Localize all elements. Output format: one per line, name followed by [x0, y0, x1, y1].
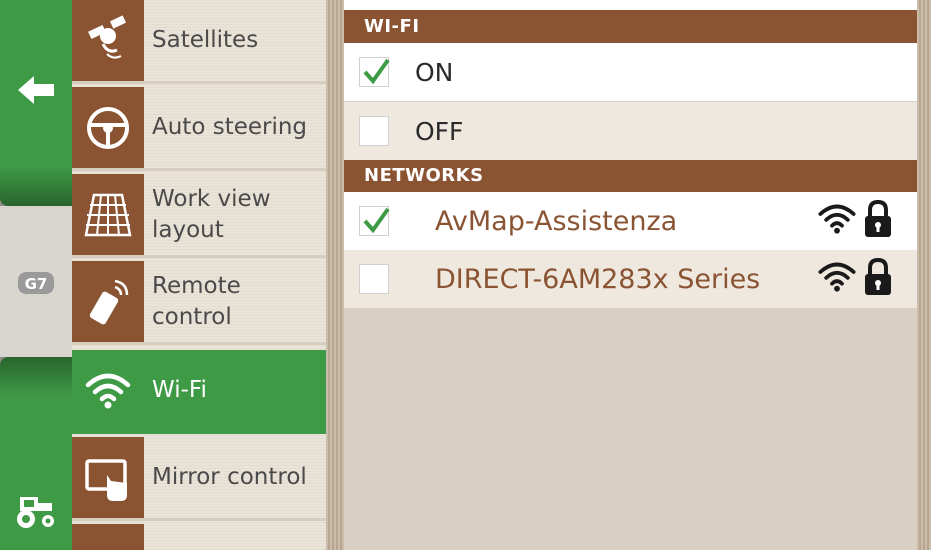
menu-item-label: Wi-Fi: [152, 377, 207, 403]
wifi-off-label: OFF: [415, 116, 464, 146]
menu-item-wifi[interactable]: Wi-Fi: [72, 350, 326, 434]
wifi-settings-panel: WI-FI ON OFF NETWORKS AvMap-Assistenza D…: [344, 10, 917, 550]
menu-item-label: Auto steering: [152, 114, 308, 140]
mirror-touch-icon: [72, 437, 144, 518]
wifi-option-on[interactable]: ON: [344, 43, 917, 101]
menu-item-mirror-control[interactable]: Mirror control: [72, 437, 326, 521]
menu-item-more[interactable]: [72, 524, 326, 550]
right-edge: [917, 0, 931, 550]
menu-item-label: Mirror control: [152, 464, 307, 490]
network-ssid: AvMap-Assistenza: [435, 205, 678, 237]
app-window: G7 Satellites Auto steering Work view la…: [0, 0, 931, 550]
tractor-icon: [14, 491, 58, 529]
steering-wheel-icon: [72, 87, 144, 168]
wifi-icon: [72, 350, 144, 431]
lock-icon: [863, 257, 893, 301]
menu-item-work-view-layout[interactable]: Work view layout: [72, 174, 326, 258]
partial-menu-icon: [72, 524, 144, 550]
wifi-off-checkbox[interactable]: [359, 116, 389, 146]
lock-icon: [863, 199, 893, 243]
menu-item-label: Work view layout: [152, 185, 271, 243]
menu-item-auto-steering[interactable]: Auto steering: [72, 87, 326, 171]
menu-item-remote-control[interactable]: Remote control: [72, 261, 326, 345]
wifi-section-header: WI-FI: [344, 10, 917, 43]
wifi-option-off[interactable]: OFF: [344, 102, 917, 160]
networks-section-header: NETWORKS: [344, 160, 917, 192]
wifi-on-label: ON: [415, 57, 454, 87]
back-arrow-icon: [16, 74, 56, 106]
network-row[interactable]: AvMap-Assistenza: [344, 192, 917, 250]
wifi-signal-icon: [817, 260, 857, 298]
network-row[interactable]: DIRECT-6AM283x Series: [344, 250, 917, 308]
brand-logo: G7: [0, 262, 72, 304]
satellite-icon: [72, 0, 144, 81]
g7-logo-icon: G7: [17, 270, 55, 296]
menu-item-label: Satellites: [152, 27, 259, 53]
network-ssid: DIRECT-6AM283x Series: [435, 263, 761, 295]
work-view-grid-icon: [72, 174, 144, 255]
wifi-signal-icon: [817, 202, 857, 240]
settings-menu: Satellites Auto steering Work view layou…: [72, 0, 340, 550]
network-checkbox[interactable]: [359, 264, 389, 294]
tractor-button[interactable]: [0, 488, 72, 532]
remote-control-icon: [72, 261, 144, 342]
menu-item-label: Remote control: [152, 272, 241, 330]
wifi-on-checkbox[interactable]: [359, 57, 390, 87]
panel-divider: [326, 0, 344, 550]
network-checkbox[interactable]: [359, 206, 390, 236]
left-rail: G7: [0, 0, 72, 550]
svg-text:G7: G7: [25, 275, 48, 293]
back-button[interactable]: [0, 62, 72, 118]
menu-item-satellites[interactable]: Satellites: [72, 0, 326, 84]
